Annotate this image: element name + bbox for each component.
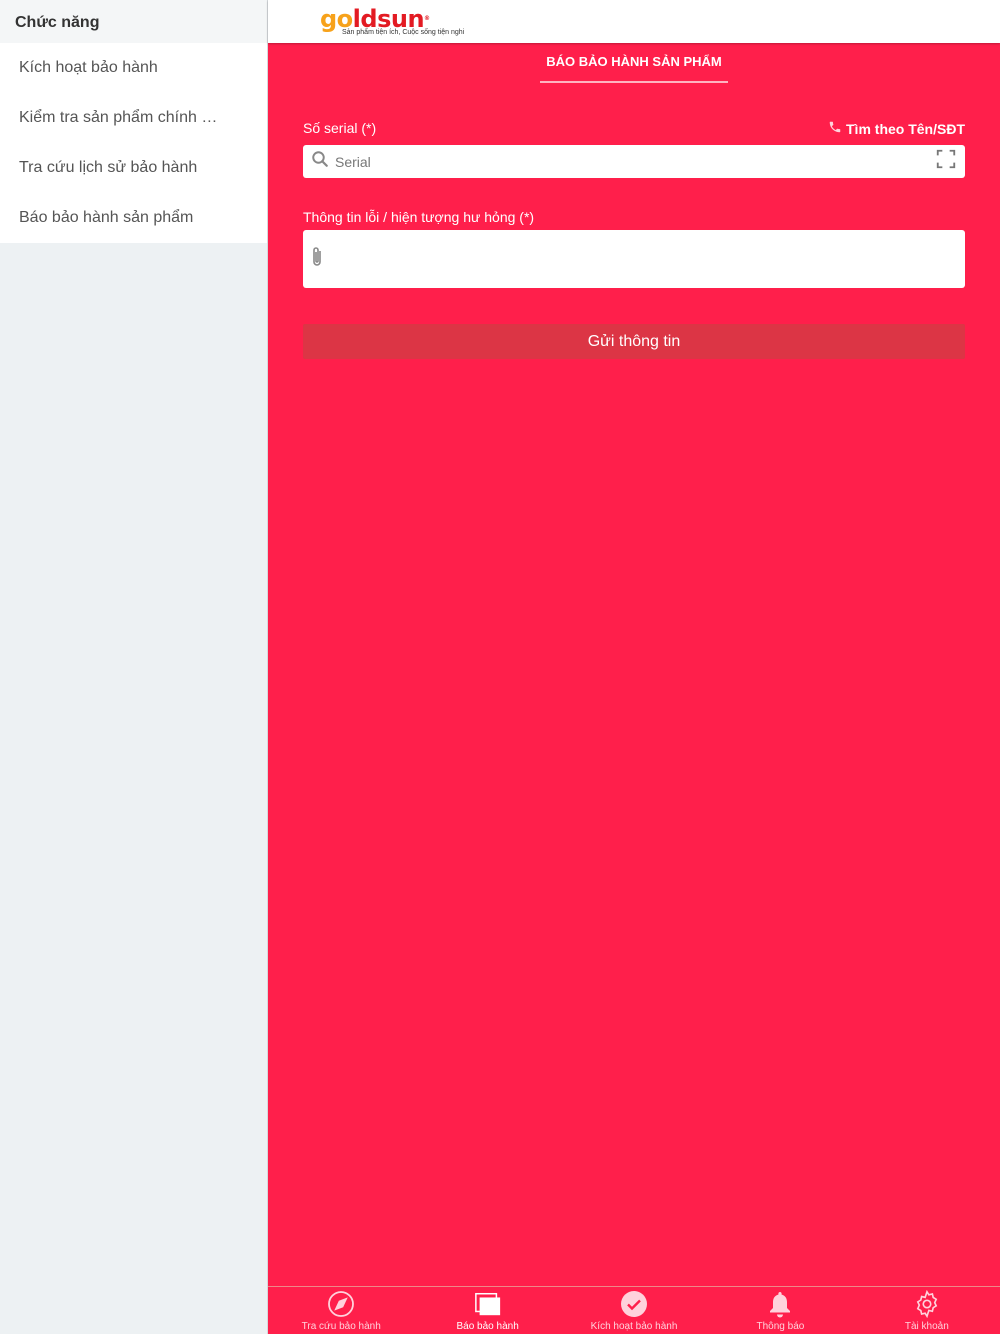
page-tab-title[interactable]: BÁO BẢO HÀNH SẢN PHẨM xyxy=(540,54,728,69)
phone-icon xyxy=(828,120,842,137)
search-by-name-label: Tìm theo Tên/SĐT xyxy=(846,120,965,137)
compass-icon xyxy=(327,1290,355,1318)
sidebar-item-activate-warranty[interactable]: Kích hoạt bảo hành xyxy=(0,43,267,93)
description-box xyxy=(303,230,965,288)
nav-label: Tra cứu bảo hành xyxy=(301,1321,381,1332)
bottom-nav: Tra cứu bảo hành Báo bảo hành Kích hoạt … xyxy=(268,1286,1000,1334)
submit-button[interactable]: Gửi thông tin xyxy=(303,324,965,359)
nav-item-activate-warranty[interactable]: Kích hoạt bảo hành xyxy=(561,1287,707,1334)
sidebar-item-label: Kiểm tra sản phẩm chính hãng xyxy=(19,109,219,126)
main-panel: goldsun® Sản phẩm tiện ích, Cuộc sống ti… xyxy=(268,0,1000,1334)
top-bar: goldsun® Sản phẩm tiện ích, Cuộc sống ti… xyxy=(268,0,1000,43)
sidebar-item-label: Kích hoạt bảo hành xyxy=(19,59,158,76)
description-input[interactable] xyxy=(325,230,959,288)
brand-tagline: Sản phẩm tiện ích, Cuộc sống tiện nghi xyxy=(342,29,465,36)
attachment-icon[interactable] xyxy=(309,245,325,274)
sidebar-list: Kích hoạt bảo hành Kiểm tra sản phẩm chí… xyxy=(0,43,267,243)
search-by-name-link[interactable]: Tìm theo Tên/SĐT xyxy=(828,120,965,137)
nav-item-warranty-lookup[interactable]: Tra cứu bảo hành xyxy=(268,1287,414,1334)
sidebar-item-warranty-history[interactable]: Tra cứu lịch sử bảo hành xyxy=(0,143,267,193)
sidebar-item-label: Báo bảo hành sản phẩm xyxy=(19,209,194,226)
description-label: Thông tin lỗi / hiện tượng hư hỏng (*) xyxy=(303,209,535,225)
bell-icon xyxy=(766,1290,794,1318)
search-icon xyxy=(311,150,329,173)
sidebar: Chức năng Kích hoạt bảo hành Kiểm tra sả… xyxy=(0,0,268,1334)
sidebar-item-label: Tra cứu lịch sử bảo hành xyxy=(19,159,198,176)
serial-input[interactable] xyxy=(335,153,935,170)
nav-label: Báo bảo hành xyxy=(456,1321,519,1332)
serial-label: Số serial (*) xyxy=(303,120,377,136)
serial-input-box xyxy=(303,145,965,178)
nav-label: Kích hoạt bảo hành xyxy=(590,1321,678,1332)
sidebar-item-report-warranty[interactable]: Báo bảo hành sản phẩm xyxy=(0,193,267,243)
nav-item-notifications[interactable]: Thông báo xyxy=(707,1287,853,1334)
check-circle-icon xyxy=(620,1290,648,1318)
scan-icon[interactable] xyxy=(935,148,957,175)
tab-underline xyxy=(540,81,728,83)
nav-item-report-warranty[interactable]: Báo bảo hành xyxy=(414,1287,560,1334)
nav-label: Thông báo xyxy=(756,1321,805,1332)
sidebar-item-check-genuine[interactable]: Kiểm tra sản phẩm chính hãng xyxy=(0,93,267,143)
nav-item-account[interactable]: Tài khoản xyxy=(854,1287,1000,1334)
cards-icon xyxy=(474,1290,502,1318)
brand-logo: goldsun® Sản phẩm tiện ích, Cuộc sống ti… xyxy=(320,7,464,36)
sidebar-header: Chức năng xyxy=(0,0,267,43)
nav-label: Tài khoản xyxy=(904,1321,949,1332)
brand-name: goldsun® xyxy=(320,5,430,33)
gear-icon xyxy=(913,1290,941,1318)
